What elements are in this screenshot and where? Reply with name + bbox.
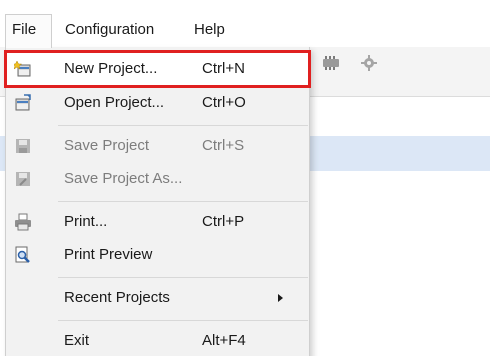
- menu-item-label: Recent Projects: [64, 289, 170, 306]
- menu-item-label: Print Preview: [64, 246, 153, 263]
- menu-item-open-project[interactable]: Open Project... Ctrl+O: [6, 86, 309, 120]
- menu-item-label: Open Project...: [64, 94, 165, 111]
- menu-item-print[interactable]: Print... Ctrl+P: [6, 205, 309, 239]
- menu-item-label: Save Project: [64, 137, 150, 154]
- save-as-icon: [14, 170, 32, 188]
- menu-item-exit[interactable]: Exit Alt+F4: [6, 324, 309, 356]
- save-icon: [14, 137, 32, 155]
- menu-item-shortcut: Ctrl+N: [202, 60, 245, 77]
- menu-item-label: Exit: [64, 332, 90, 349]
- gear-icon[interactable]: [358, 55, 380, 71]
- new-project-icon: [12, 60, 32, 78]
- menu-configuration[interactable]: Configuration: [59, 13, 160, 46]
- submenu-arrow-icon: [278, 294, 283, 302]
- menu-item-shortcut: Ctrl+O: [202, 94, 246, 111]
- menu-help[interactable]: Help: [188, 13, 231, 46]
- menu-item-shortcut: Ctrl+P: [202, 213, 245, 230]
- open-project-icon: [14, 94, 32, 112]
- menu-separator: [58, 277, 308, 278]
- menu-item-shortcut: Ctrl+S: [202, 137, 245, 154]
- menu-item-save-project-as[interactable]: Save Project As...: [6, 162, 309, 196]
- printer-icon: [14, 213, 32, 231]
- file-menu-dropdown: New Project... Ctrl+N Open Project... Ct…: [4, 47, 311, 356]
- menu-item-print-preview[interactable]: Print Preview: [6, 238, 309, 272]
- chip-icon[interactable]: [320, 55, 342, 71]
- menu-item-label: Save Project As...: [64, 170, 183, 187]
- print-preview-icon: [14, 246, 32, 264]
- menu-item-new-project[interactable]: New Project... Ctrl+N: [4, 50, 311, 88]
- menu-item-save-project[interactable]: Save Project Ctrl+S: [6, 129, 309, 163]
- menu-separator: [58, 320, 308, 321]
- menu-bar: File Configuration Help: [0, 0, 490, 48]
- menu-separator: [58, 201, 308, 202]
- menu-separator: [58, 125, 308, 126]
- menu-item-label: New Project...: [64, 60, 158, 77]
- menu-item-shortcut: Alt+F4: [202, 332, 246, 349]
- menu-file[interactable]: File: [5, 14, 52, 48]
- menu-item-recent-projects[interactable]: Recent Projects: [6, 281, 309, 315]
- menu-item-label: Print...: [64, 213, 108, 230]
